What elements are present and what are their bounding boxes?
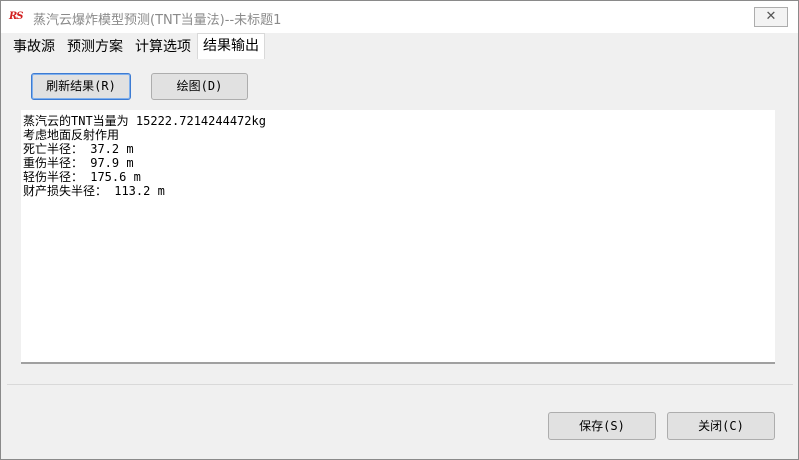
- results-panel: 刷新结果(R) 绘图(D) 蒸汽云的TNT当量为 15222.721424447…: [7, 59, 793, 385]
- close-button[interactable]: 关闭(C): [667, 412, 775, 440]
- title-bar: RS 蒸汽云爆炸模型预测(TNT当量法)--未标题1 ✕: [1, 1, 798, 33]
- plot-button[interactable]: 绘图(D): [151, 73, 248, 100]
- tab-results-output[interactable]: 结果输出: [197, 33, 265, 59]
- tab-accident-source[interactable]: 事故源: [7, 34, 61, 58]
- dialog-window: RS 蒸汽云爆炸模型预测(TNT当量法)--未标题1 ✕ 事故源 预测方案 计算…: [0, 0, 799, 460]
- save-button[interactable]: 保存(S): [548, 412, 656, 440]
- result-line-death-radius: 死亡半径： 37.2 m: [23, 142, 134, 156]
- tab-prediction-plan[interactable]: 预测方案: [61, 34, 129, 58]
- result-line-minor-injury-radius: 轻伤半径： 175.6 m: [23, 170, 141, 184]
- window-close-button[interactable]: ✕: [754, 7, 788, 27]
- result-line-ground-reflection: 考虑地面反射作用: [23, 128, 120, 142]
- result-line-severe-injury-radius: 重伤半径： 97.9 m: [23, 156, 134, 170]
- refresh-results-button[interactable]: 刷新结果(R): [31, 73, 131, 100]
- results-textarea[interactable]: 蒸汽云的TNT当量为 15222.7214244472kg 考虑地面反射作用 死…: [21, 110, 775, 364]
- tab-bar: 事故源 预测方案 计算选项 结果输出: [7, 33, 792, 60]
- window-title: 蒸汽云爆炸模型预测(TNT当量法)--未标题1: [33, 13, 282, 28]
- tab-calc-options[interactable]: 计算选项: [129, 34, 197, 58]
- app-logo-icon: RS: [9, 11, 24, 22]
- result-line-tnt-equivalent: 蒸汽云的TNT当量为 15222.7214244472kg: [23, 114, 266, 128]
- result-line-property-loss-radius: 财产损失半径： 113.2 m: [23, 184, 165, 198]
